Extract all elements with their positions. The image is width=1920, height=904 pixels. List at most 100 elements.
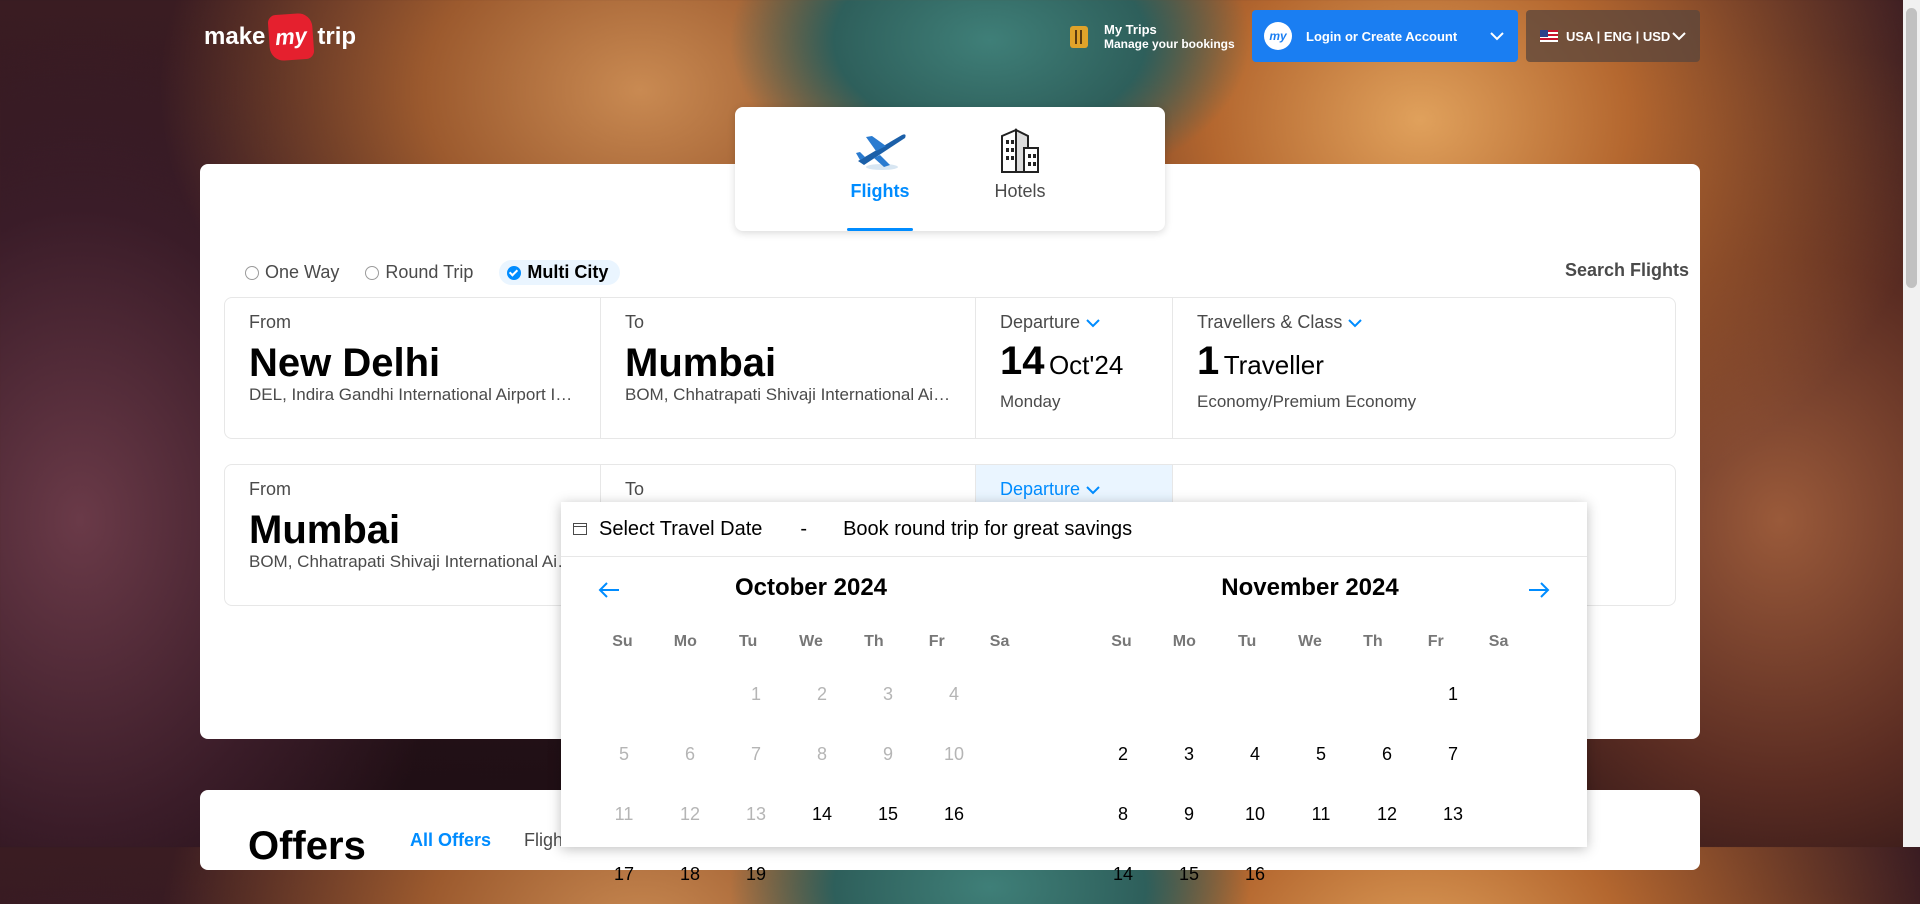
day-cell[interactable]: 14 — [1090, 844, 1156, 904]
departure-month: Oct'24 — [1048, 350, 1124, 380]
day-cell[interactable]: 7 — [1420, 724, 1486, 784]
tab-hotels-label: Hotels — [994, 181, 1046, 201]
weekday-label: Su — [612, 633, 633, 650]
day-cell-disabled: 3 — [882, 684, 893, 704]
traveller-number: 1 — [1197, 339, 1220, 383]
day-cell[interactable]: 19 — [723, 844, 789, 904]
to-city: Mumbai — [625, 341, 777, 385]
empty-day-cell — [1222, 664, 1288, 724]
my-trips-link[interactable]: My Trips Manage your bookings — [1070, 22, 1235, 51]
day-cell[interactable]: 13 — [1420, 784, 1486, 844]
date-picker-promo: Book round trip for great savings — [843, 517, 1133, 540]
my-trips-title: My Trips — [1104, 22, 1157, 37]
weekday-header: Su Mo Tu We Th Fr Sa — [1090, 620, 1530, 664]
day-cell-disabled: 10 — [943, 744, 965, 764]
login-button[interactable]: my Login or Create Account — [1252, 10, 1518, 62]
date-picker-popup: Select Travel Date - Book round trip for… — [561, 502, 1587, 884]
tab-hotels[interactable]: Hotels — [985, 107, 1055, 231]
departure-label: Departure — [1000, 312, 1081, 332]
chevron-down-icon — [1490, 28, 1504, 44]
weekday-label: Fr — [1427, 633, 1444, 650]
day-cell[interactable]: 2 — [1090, 724, 1156, 784]
chevron-down-icon — [1086, 482, 1100, 498]
day-cell[interactable]: 18 — [657, 844, 723, 904]
day-cell[interactable]: 8 — [1090, 784, 1156, 844]
from-city: Mumbai — [249, 508, 401, 552]
day-cell-disabled: 12 — [679, 804, 701, 824]
page-scrollbar[interactable] — [1903, 0, 1920, 847]
travellers-field[interactable]: Travellers & Class 1 Traveller Economy/P… — [1173, 298, 1675, 438]
day-cell[interactable]: 10 — [1222, 784, 1288, 844]
to-label: To — [625, 479, 645, 499]
day-cell[interactable]: 4 — [1222, 724, 1288, 784]
travellers-label: Travellers & Class — [1197, 312, 1343, 332]
day-cell[interactable]: 12 — [1354, 784, 1420, 844]
weekday-header: Su Mo Tu We Th Fr Sa — [591, 620, 1031, 664]
from-field[interactable]: From Mumbai BOM, Chhatrapati Shivaji Int… — [225, 465, 601, 605]
day-cell[interactable]: 14 — [789, 784, 855, 844]
radio-icon — [365, 265, 380, 280]
trip-type-label: Multi City — [527, 262, 609, 282]
empty-day-cell — [1354, 664, 1420, 724]
departure-label-row: Departure — [1000, 312, 1148, 333]
from-label: From — [249, 312, 291, 332]
from-field[interactable]: From New Delhi DEL, Indira Gandhi Intern… — [225, 298, 601, 438]
chevron-down-icon — [1086, 315, 1100, 331]
tab-flights[interactable]: Flights — [845, 107, 915, 231]
search-flights-label: Search Flights — [1565, 260, 1690, 280]
day-cell[interactable]: 17 — [591, 844, 657, 904]
empty-day-cell — [1090, 664, 1156, 724]
day-cell-disabled: 7 — [750, 744, 761, 764]
airplane-icon — [845, 127, 915, 173]
day-cell-disabled: 4 — [948, 684, 959, 704]
day-cell[interactable]: 9 — [1156, 784, 1222, 844]
radio-icon — [245, 265, 259, 280]
day-cell[interactable]: 6 — [1354, 724, 1420, 784]
trip-type-one-way[interactable]: One Way — [245, 260, 347, 285]
weekday-label: Tu — [738, 633, 758, 650]
month-november: November 2024 Su Mo Tu We Th Fr Sa 1 2 3 4 5 6 7 8 9 10… — [1090, 556, 1530, 904]
day-cell[interactable]: 16 — [921, 784, 987, 844]
day-cell[interactable]: 1 — [1420, 664, 1486, 724]
calendar-icon — [573, 523, 587, 535]
day-cell-disabled: 5 — [618, 744, 629, 764]
day-cell[interactable]: 15 — [855, 784, 921, 844]
day-cell[interactable]: 11 — [1288, 784, 1354, 844]
logo-trip: trip — [317, 23, 357, 50]
next-month-arrow-icon[interactable] — [1527, 574, 1551, 606]
departure-date: 14 Oct'24 — [1000, 339, 1148, 392]
weekday-label: Th — [1363, 633, 1383, 650]
trip-type-multi-city[interactable]: Multi City — [499, 260, 621, 285]
day-cell[interactable]: 5 — [1288, 724, 1354, 784]
scrollbar-thumb[interactable] — [1906, 8, 1917, 288]
departure-label-row: Departure — [1000, 479, 1148, 500]
departure-field[interactable]: Departure 14 Oct'24 Monday — [976, 298, 1173, 438]
flight-leg-1: From New Delhi DEL, Indira Gandhi Intern… — [224, 297, 1676, 439]
day-cell-disabled: 13 — [745, 804, 767, 824]
makemytrip-logo[interactable]: make my trip — [204, 12, 357, 62]
to-field[interactable]: To Mumbai BOM, Chhatrapati Shivaji Inter… — [601, 298, 976, 438]
from-city: New Delhi — [249, 341, 441, 385]
day-cell[interactable]: 16 — [1222, 844, 1288, 904]
tab-flights-label: Flights — [850, 181, 910, 201]
mmt-avatar-icon: my — [1264, 22, 1292, 50]
hotel-icon — [985, 127, 1055, 173]
offers-tab-flights[interactable]: Fligh — [524, 830, 563, 851]
empty-day-cell — [591, 664, 657, 724]
day-cell[interactable]: 3 — [1156, 724, 1222, 784]
departure-label: Departure — [1000, 479, 1081, 499]
to-airport: BOM, Chhatrapati Shivaji International A… — [625, 385, 951, 404]
month-name: October 2024 — [734, 574, 888, 601]
offers-tab-all[interactable]: All Offers — [410, 830, 491, 851]
radio-checked-icon — [507, 265, 522, 280]
day-cell[interactable]: 15 — [1156, 844, 1222, 904]
locale-selector[interactable]: USA | ENG | USD — [1526, 10, 1700, 62]
weekday-label: Su — [1111, 633, 1132, 650]
suitcase-icon — [1070, 25, 1088, 48]
travellers-label-row: Travellers & Class — [1197, 312, 1651, 333]
weekday-label: Sa — [1488, 633, 1509, 650]
us-flag-icon — [1540, 30, 1558, 42]
trip-type-round-trip[interactable]: Round Trip — [365, 260, 481, 285]
from-label: From — [249, 479, 291, 499]
traveller-unit: Traveller — [1223, 350, 1324, 380]
